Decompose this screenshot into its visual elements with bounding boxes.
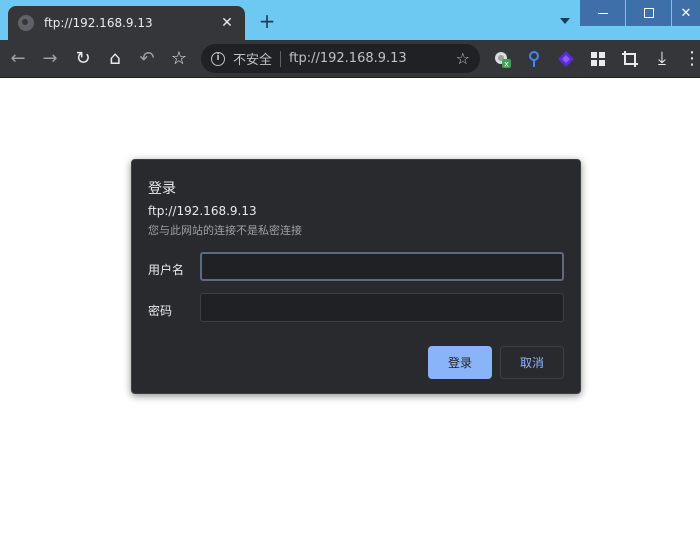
minimize-button[interactable] — [580, 0, 625, 26]
maximize-icon — [643, 8, 654, 18]
new-tab-button[interactable]: + — [256, 10, 278, 32]
reload-button[interactable]: ↻ — [72, 48, 94, 70]
cancel-button[interactable]: 取消 — [500, 346, 564, 379]
tab-strip: ftp://192.168.9.13 ✕ + ✕ — [0, 0, 700, 40]
pin-extension-icon[interactable] — [525, 50, 543, 68]
menu-icon[interactable]: ⋮ — [683, 48, 700, 70]
username-field[interactable] — [200, 252, 564, 281]
home-button[interactable]: ⌂ — [104, 48, 126, 70]
close-icon: ✕ — [680, 5, 692, 21]
omnibox-divider — [280, 50, 282, 67]
login-button[interactable]: 登录 — [428, 346, 492, 379]
forward-button[interactable]: → — [39, 48, 61, 70]
globe-icon — [18, 15, 34, 31]
tab-title: ftp://192.168.9.13 — [44, 16, 153, 30]
apps-grid-icon[interactable] — [589, 50, 607, 68]
extension-icon[interactable]: x — [493, 50, 511, 68]
crop-screenshot-icon[interactable] — [621, 50, 639, 68]
dialog-title: 登录 — [148, 181, 176, 197]
username-label: 用户名 — [148, 263, 185, 277]
maximize-button[interactable] — [626, 0, 671, 26]
password-label: 密码 — [148, 304, 173, 318]
bookmark-icon[interactable]: ☆ — [456, 49, 470, 68]
browser-toolbar: ← → ↻ ⌂ ↶ ☆ i 不安全 ftp://192.168.9.13 ☆ x… — [0, 40, 700, 78]
password-field[interactable] — [200, 293, 564, 322]
dialog-origin: ftp://192.168.9.13 — [148, 204, 257, 218]
bookmarks-star-button[interactable]: ☆ — [168, 48, 190, 70]
back-button[interactable]: ← — [7, 48, 29, 70]
connection-warning: 您与此网站的连接不是私密连接 — [148, 224, 302, 237]
undo-close-tab-button[interactable]: ↶ — [136, 48, 158, 70]
address-bar[interactable]: i 不安全 ftp://192.168.9.13 ☆ — [201, 44, 480, 73]
tab-active[interactable]: ftp://192.168.9.13 ✕ — [8, 6, 245, 40]
gem-extension-icon[interactable] — [557, 50, 575, 68]
url-text[interactable]: ftp://192.168.9.13 — [289, 51, 456, 66]
minimize-icon — [597, 12, 608, 14]
tab-search-icon[interactable] — [560, 18, 570, 24]
security-status[interactable]: 不安全 — [233, 49, 272, 68]
svg-text:x: x — [504, 60, 509, 69]
tab-close-icon[interactable]: ✕ — [219, 15, 235, 31]
close-window-button[interactable]: ✕ — [672, 0, 700, 26]
login-dialog: 登录 ftp://192.168.9.13 您与此网站的连接不是私密连接 用户名… — [131, 159, 581, 394]
download-icon[interactable]: ⤓ — [651, 48, 673, 70]
info-icon[interactable]: i — [211, 51, 225, 66]
